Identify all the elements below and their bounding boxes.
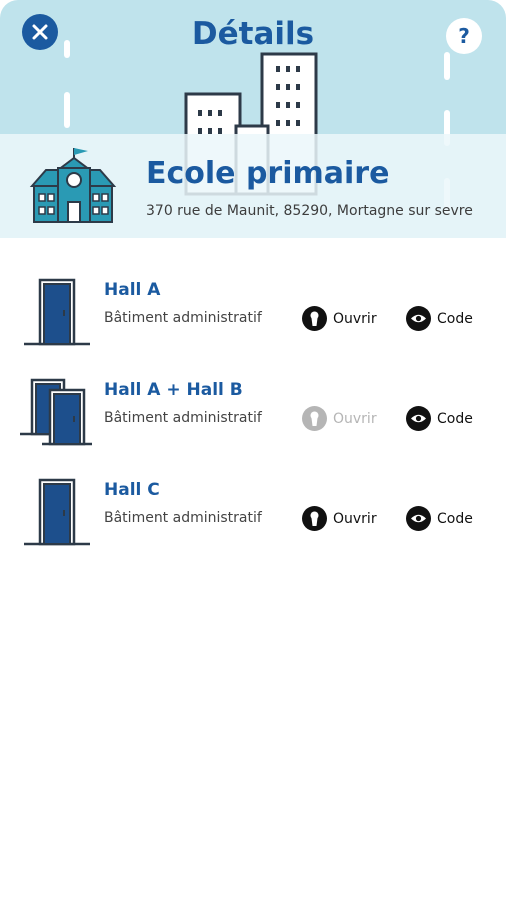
access-item: Hall A + Hall B Bâtiment administratif O… xyxy=(0,376,506,466)
code-label: Code xyxy=(437,410,473,427)
eye-icon xyxy=(406,506,431,531)
double-door-icon xyxy=(20,378,92,446)
door-icon xyxy=(24,478,90,546)
school-icon xyxy=(29,148,117,223)
eye-icon xyxy=(406,406,431,431)
open-label: Ouvrir xyxy=(333,510,377,527)
item-title: Hall A xyxy=(104,280,161,300)
access-item: Hall A Bâtiment administratif Ouvrir Cod… xyxy=(0,276,506,366)
code-button[interactable]: Code xyxy=(406,406,473,431)
code-button[interactable]: Code xyxy=(406,506,473,531)
item-title: Hall C xyxy=(104,480,160,500)
keyhole-icon xyxy=(302,406,327,431)
place-name: Ecole primaire xyxy=(146,156,390,191)
code-label: Code xyxy=(437,310,473,327)
place-address: 370 rue de Maunit, 85290, Mortagne sur s… xyxy=(146,203,473,219)
access-item: Hall C Bâtiment administratif Ouvrir Cod… xyxy=(0,476,506,566)
eye-icon xyxy=(406,306,431,331)
door-icon xyxy=(24,278,90,346)
open-button: Ouvrir xyxy=(302,406,377,431)
open-label: Ouvrir xyxy=(333,310,377,327)
code-label: Code xyxy=(437,510,473,527)
open-button[interactable]: Ouvrir xyxy=(302,306,377,331)
item-subtitle: Bâtiment administratif xyxy=(104,310,262,326)
header: Détails ? Ecole primaire 370 rue de Maun… xyxy=(0,0,506,238)
page-title: Détails xyxy=(191,16,315,52)
item-title: Hall A + Hall B xyxy=(104,380,243,400)
open-label: Ouvrir xyxy=(333,410,377,427)
item-subtitle: Bâtiment administratif xyxy=(104,410,262,426)
code-button[interactable]: Code xyxy=(406,306,473,331)
item-subtitle: Bâtiment administratif xyxy=(104,510,262,526)
keyhole-icon xyxy=(302,506,327,531)
help-button[interactable]: ? xyxy=(446,18,482,54)
open-button[interactable]: Ouvrir xyxy=(302,506,377,531)
keyhole-icon xyxy=(302,306,327,331)
